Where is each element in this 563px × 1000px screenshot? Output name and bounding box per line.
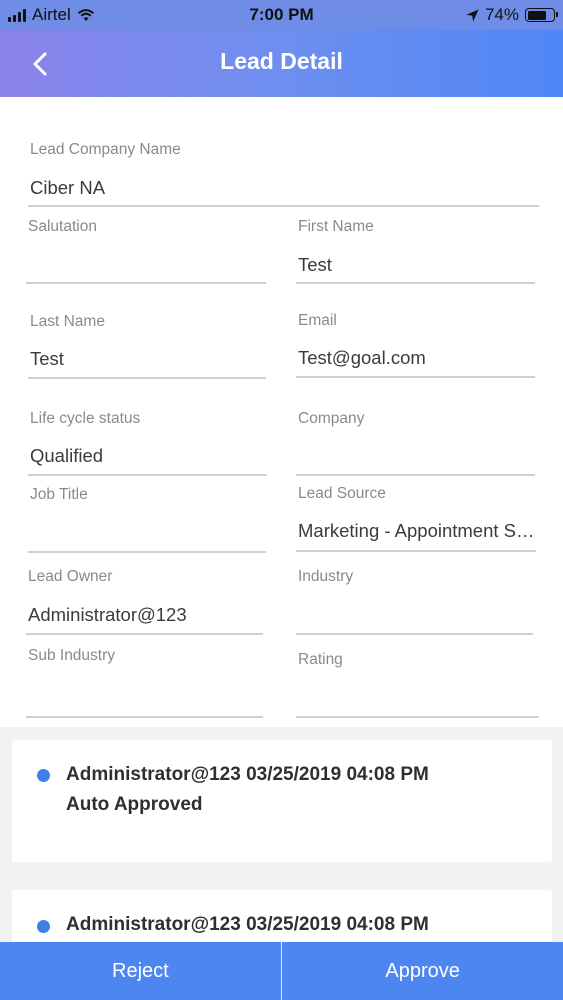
field-value: Test xyxy=(298,254,332,275)
field-label: Email xyxy=(298,312,337,329)
field-underline xyxy=(28,377,266,379)
life-cycle-status-field[interactable]: Life cycle status Qualified xyxy=(28,410,267,476)
battery-percent: 74% xyxy=(484,5,519,24)
field-label: Lead Owner xyxy=(28,568,113,585)
field-underline xyxy=(296,716,539,718)
field-underline xyxy=(26,633,263,635)
lead-source-field[interactable]: Lead Source Marketing - Appointment Se..… xyxy=(296,485,536,552)
field-underline xyxy=(28,205,539,207)
field-value: Administrator@123 xyxy=(28,604,187,625)
industry-field[interactable]: Industry xyxy=(296,568,533,635)
field-value: Ciber NA xyxy=(30,177,106,198)
salutation-field[interactable]: Salutation xyxy=(26,218,266,284)
status-bar-right: 74% xyxy=(466,5,558,25)
field-label: Industry xyxy=(298,568,354,585)
field-value: Qualified xyxy=(30,445,104,466)
field-underline xyxy=(296,633,533,635)
sub-industry-field[interactable]: Sub Industry xyxy=(26,647,263,719)
status-bar: Airtel 7:00 PM 74% xyxy=(0,0,563,30)
field-label: Salutation xyxy=(28,218,97,235)
field-underline xyxy=(26,282,266,284)
field-value: Test@goal.com xyxy=(298,347,426,368)
battery-icon xyxy=(525,8,558,22)
field-label: First Name xyxy=(298,218,374,235)
history-card: Administrator@123 03/25/2019 04:08 PM Au… xyxy=(12,740,552,862)
lead-detail-form: Lead Company Name Ciber NA Salutation Fi… xyxy=(0,97,563,727)
company-field[interactable]: Company xyxy=(296,410,535,476)
page-title: Lead Detail xyxy=(220,48,343,74)
history-status: Auto Approved xyxy=(66,794,203,815)
status-dot xyxy=(37,769,50,782)
battery-level xyxy=(527,10,546,20)
field-label: Job Title xyxy=(30,486,88,503)
field-label: Life cycle status xyxy=(30,410,141,427)
action-divider xyxy=(280,942,283,1000)
approve-button[interactable]: Approve xyxy=(282,942,563,1000)
field-underline xyxy=(28,474,267,476)
email-field[interactable]: Email Test@goal.com xyxy=(296,312,535,378)
field-underline xyxy=(296,376,535,378)
field-underline xyxy=(28,551,266,553)
field-underline xyxy=(296,550,536,552)
field-value: Test xyxy=(30,348,64,369)
history-author-date: Administrator@123 03/25/2019 04:08 PM xyxy=(66,914,429,935)
rating-field[interactable]: Rating xyxy=(296,651,539,719)
history-author-date: Administrator@123 03/25/2019 04:08 PM xyxy=(66,764,429,785)
field-label: Last Name xyxy=(30,313,105,330)
last-name-field[interactable]: Last Name Test xyxy=(28,313,266,379)
field-value: Marketing - Appointment Se... xyxy=(298,520,536,541)
first-name-field[interactable]: First Name Test xyxy=(296,218,535,284)
field-label: Sub Industry xyxy=(28,647,116,664)
field-underline xyxy=(296,282,535,284)
header-bar: Lead Detail xyxy=(0,30,563,97)
reject-button[interactable]: Reject xyxy=(0,942,281,1000)
action-bar: Reject Approve xyxy=(0,942,563,1000)
field-label: Rating xyxy=(298,651,343,668)
history-card: Administrator@123 03/25/2019 04:08 PM xyxy=(12,890,552,942)
field-label: Lead Company Name xyxy=(30,141,181,158)
field-underline xyxy=(26,716,263,718)
lead-owner-field[interactable]: Lead Owner Administrator@123 xyxy=(26,568,263,635)
job-title-field[interactable]: Job Title xyxy=(28,486,266,553)
field-underline xyxy=(296,474,535,476)
approval-history[interactable]: Administrator@123 03/25/2019 04:08 PM Au… xyxy=(0,727,563,942)
field-label: Company xyxy=(298,410,365,427)
lead-company-name-field[interactable]: Lead Company Name Ciber NA xyxy=(28,141,539,207)
location-arrow-icon xyxy=(466,9,479,21)
field-label: Lead Source xyxy=(298,485,386,502)
status-dot xyxy=(37,920,50,933)
